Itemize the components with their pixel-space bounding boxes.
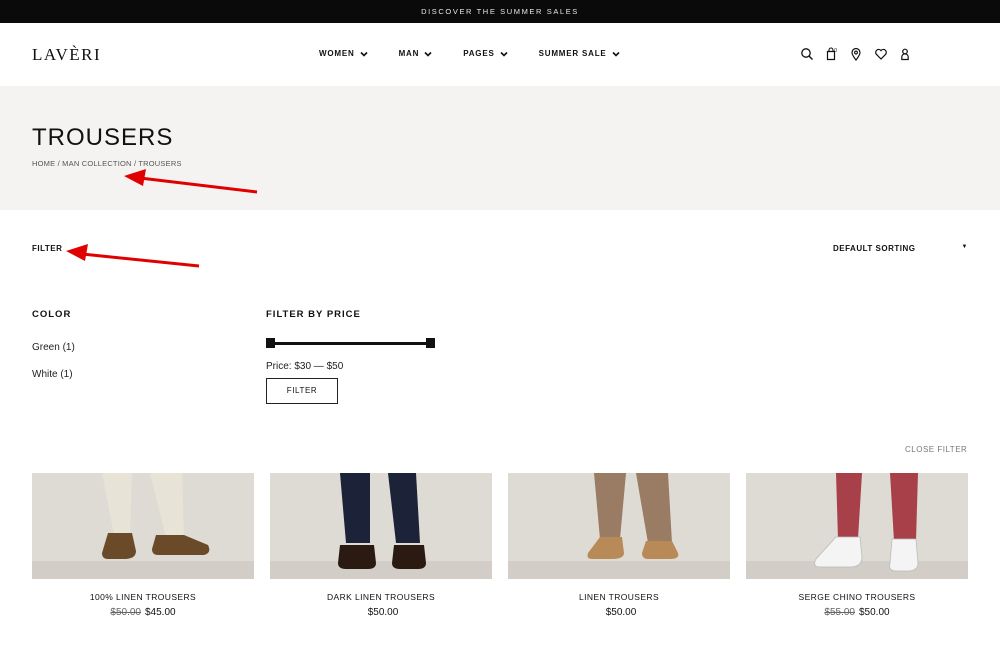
product-card[interactable]: DARK LINEN TROUSERS $50.00 [270,473,492,618]
product-image[interactable] [508,473,730,579]
product-name[interactable]: SERGE CHINO TROUSERS [746,592,968,602]
product-image[interactable] [270,473,492,579]
header-icons: 0 [800,47,923,61]
product-card[interactable]: SERGE CHINO TROUSERS $55.00 $50.00 [746,473,968,618]
nav-summer-sale[interactable]: SUMMER SALE [539,49,620,58]
nav-pages-label: PAGES [463,49,495,58]
product-price: $50.00 [270,607,492,618]
product-name[interactable]: DARK LINEN TROUSERS [270,592,492,602]
price-filter-title: FILTER BY PRICE [266,309,361,320]
product-price: $50.00 $45.00 [32,607,254,618]
price-range-label: Price: $30 — $50 [266,361,344,372]
cart-icon[interactable]: 0 [825,47,839,61]
announcement-text[interactable]: DISCOVER THE SUMMER SALES [421,7,579,16]
price-slider-min-handle[interactable] [266,338,275,348]
price-slider-max-handle[interactable] [426,338,435,348]
product-photo [746,473,968,579]
color-filter-title: COLOR [32,309,72,320]
price-slider-track [270,341,431,345]
product-price: $50.00 [508,607,730,618]
apply-filter-button[interactable]: FILTER [266,378,338,404]
product-current-price: $50.00 [605,607,637,618]
location-icon[interactable] [849,47,863,61]
product-card[interactable]: 100% LINEN TROUSERS $50.00 $45.00 [32,473,254,618]
product-photo [32,473,254,579]
chevron-down-icon [424,51,432,57]
search-icon[interactable] [800,47,814,61]
chevron-down-icon [500,51,508,57]
product-photo [270,473,492,579]
price-slider[interactable] [266,338,435,348]
product-price: $55.00 $50.00 [746,607,968,618]
close-filter-link[interactable]: CLOSE FILTER [905,445,967,454]
page-title: TROUSERS [32,124,174,151]
product-current-price: $45.00 [145,607,176,618]
nav-summer-sale-label: SUMMER SALE [538,49,607,58]
site-header: LAVÈRI WOMEN MAN PAGES SUMMER SALE 0 [0,23,1000,86]
product-old-price: $55.00 [824,607,855,618]
cart-count: 0 [834,48,837,54]
annotation-arrow-filter [66,244,200,268]
color-option-green[interactable]: Green (1) [32,342,75,353]
breadcrumb-home[interactable]: HOME [32,159,55,168]
annotation-arrow-breadcrumb [124,169,258,194]
heart-icon[interactable] [874,47,888,61]
nav-man-label: MAN [398,49,420,58]
product-current-price: $50.00 [367,607,399,618]
product-current-price: $50.00 [859,607,890,618]
product-image[interactable] [746,473,968,579]
product-photo [508,473,730,579]
logo[interactable]: LAVÈRI [32,45,101,65]
user-icon[interactable] [898,47,912,61]
nav-women[interactable]: WOMEN [319,49,368,58]
product-image[interactable] [32,473,254,579]
nav-women-label: WOMEN [319,49,355,58]
nav-man[interactable]: MAN [399,49,433,58]
product-name[interactable]: LINEN TROUSERS [508,592,730,602]
product-card[interactable]: LINEN TROUSERS $50.00 [508,473,730,618]
sorting-label: DEFAULT SORTING [833,244,916,253]
chevron-down-icon [359,51,368,57]
product-name[interactable]: 100% LINEN TROUSERS [32,592,254,602]
main-nav: WOMEN MAN PAGES SUMMER SALE [319,49,620,58]
color-option-white[interactable]: White (1) [32,369,73,380]
caret-down-icon: ▼ [961,244,968,250]
sorting-select[interactable]: DEFAULT SORTING ▼ [833,244,970,253]
nav-pages[interactable]: PAGES [463,49,508,58]
chevron-down-icon [611,51,620,57]
announcement-bar: DISCOVER THE SUMMER SALES [0,0,1000,23]
product-old-price: $50.00 [110,607,141,618]
filter-toggle[interactable]: FILTER [32,244,62,253]
